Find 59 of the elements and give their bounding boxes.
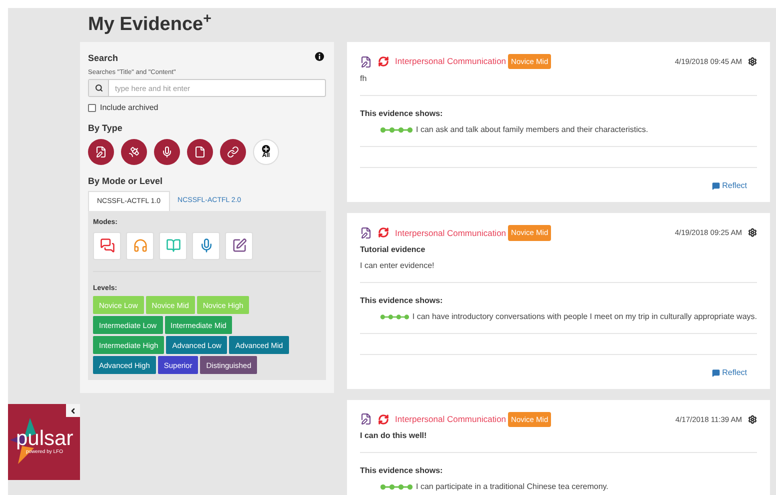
- reflect-link[interactable]: Reflect: [712, 366, 747, 378]
- file-edit-icon: [360, 56, 372, 68]
- mode-filter-button[interactable]: [225, 232, 253, 260]
- evidence-text: fh: [360, 73, 368, 86]
- file-edit-icon: [360, 226, 372, 239]
- mode-level-heading: By Mode or Level: [88, 174, 164, 188]
- mode-icon: [132, 238, 148, 254]
- evidence-title: I can do this well!: [360, 430, 428, 442]
- mode-icon: [100, 238, 114, 254]
- logo-name: pulsar: [16, 428, 74, 449]
- evidence-title: Tutorial evidence: [360, 244, 426, 256]
- plus-icon: [262, 144, 270, 153]
- checkbox-label: Include archived: [100, 102, 158, 114]
- type-icon: [95, 146, 107, 158]
- type-icon: [161, 146, 173, 158]
- mode-filter-button[interactable]: [192, 232, 220, 260]
- type-filter-button[interactable]: [121, 138, 147, 165]
- collapse-button[interactable]: [66, 404, 80, 417]
- file-edit-icon: [360, 413, 372, 426]
- mode-label: Interpersonal Communication: [395, 55, 506, 68]
- progress-dots-icon: [380, 484, 413, 490]
- shows-heading: This evidence shows:: [360, 108, 444, 120]
- shows-heading: This evidence shows:: [360, 464, 444, 477]
- info-icon[interactable]: [315, 52, 324, 61]
- mode-icon: [232, 238, 246, 254]
- progress-dots-icon: [380, 127, 413, 134]
- settings-icon[interactable]: [748, 57, 757, 66]
- type-filter-button[interactable]: [88, 138, 114, 165]
- type-filter-button[interactable]: [187, 138, 213, 165]
- type-filter-button[interactable]: [220, 138, 246, 165]
- shows-heading: This evidence shows:: [360, 294, 444, 306]
- type-heading: By Type: [88, 122, 124, 136]
- statement-text: I can have introductory conversations with people I meet on my trip in culturally appropriate ways.: [412, 310, 757, 322]
- refresh-icon: [378, 227, 389, 238]
- statement-text: I can ask and talk about family members and their characteristics.: [416, 124, 648, 136]
- mode-filter-button[interactable]: [93, 232, 121, 260]
- mode-icon: [166, 238, 180, 254]
- search-icon: [94, 84, 102, 92]
- mode-label: Interpersonal Communication: [395, 226, 506, 240]
- type-filter-button[interactable]: [154, 138, 180, 165]
- search-heading: Search: [88, 52, 118, 65]
- mode-label: Interpersonal Communication: [395, 412, 506, 426]
- progress-dots-icon: [380, 314, 410, 320]
- evidence-text: I can enter evidence!: [360, 260, 436, 272]
- statement-text: I can participate in a traditional Chinese tea ceremony.: [416, 480, 608, 493]
- comment-icon: [712, 368, 720, 376]
- type-icon: [128, 146, 140, 158]
- refresh-icon: [378, 414, 389, 425]
- settings-icon[interactable]: [748, 414, 757, 424]
- type-icon: [194, 146, 206, 158]
- comment-icon: [712, 182, 720, 190]
- mode-icon: [198, 238, 214, 254]
- chevron-left-icon: [69, 406, 77, 414]
- refresh-icon: [378, 56, 389, 68]
- type-icon: [227, 146, 239, 158]
- reflect-link[interactable]: Reflect: [712, 180, 747, 192]
- checkbox[interactable]: [88, 104, 96, 112]
- settings-icon[interactable]: [748, 228, 757, 238]
- page-title: My Evidence$^{+}$: [88, 10, 212, 37]
